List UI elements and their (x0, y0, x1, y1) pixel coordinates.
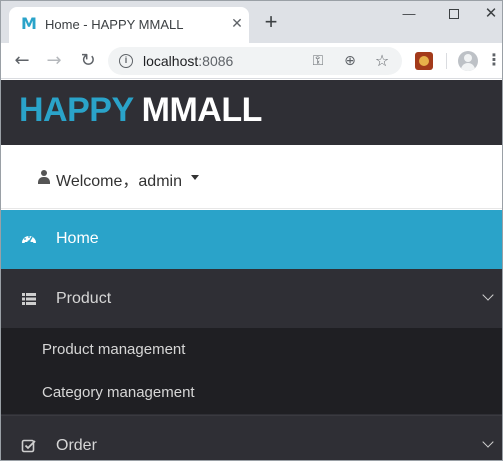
sidebar-nav: Home Product Product management Category… (1, 210, 502, 460)
url-port: :8086 (198, 53, 234, 69)
logo-mmall: MMALL (141, 91, 263, 129)
tab-close-icon[interactable]: ✕ (229, 15, 245, 31)
toolbar-divider (446, 53, 447, 69)
site-logo[interactable]: HAPPY MMALL (19, 91, 262, 130)
chevron-down-icon (482, 436, 494, 448)
favicon-icon: M (21, 14, 37, 33)
maximize-icon[interactable] (434, 3, 474, 27)
site-info-icon[interactable]: i (119, 54, 133, 68)
browser-window: M Home - HAPPY MMALL ✕ + — ✕ ← → ↻ i loc… (0, 0, 503, 461)
submenu-item-label: Product management (42, 341, 186, 358)
page-content: HAPPY MMALL Welcome，admin Home Product P… (1, 80, 502, 460)
reload-icon[interactable]: ↻ (76, 49, 100, 73)
sidebar-item-label: Order (56, 437, 97, 454)
list-icon (22, 293, 36, 305)
zoom-icon[interactable]: ⊕ (340, 51, 360, 71)
sidebar-item-product[interactable]: Product (1, 269, 502, 328)
address-bar[interactable]: i localhost:8086 ⚿ ⊕ ☆ (108, 47, 402, 75)
product-submenu: Product management Category management (1, 328, 502, 414)
tab-title: Home - HAPPY MMALL (45, 17, 184, 32)
chevron-down-icon (482, 289, 494, 301)
caret-down-icon[interactable] (191, 175, 199, 180)
user-icon (38, 170, 50, 184)
key-icon[interactable]: ⚿ (308, 51, 328, 71)
submenu-item-category-management[interactable]: Category management (1, 371, 502, 414)
url-host: localhost (143, 53, 199, 69)
url-text[interactable]: localhost:8086 (143, 53, 233, 69)
bookmark-star-icon[interactable]: ☆ (372, 51, 392, 71)
new-tab-icon[interactable]: + (259, 11, 283, 35)
browser-menu-icon[interactable]: ⋮ (486, 49, 502, 73)
sidebar-item-order[interactable]: Order (1, 415, 502, 460)
tab-strip: M Home - HAPPY MMALL ✕ + — ✕ (1, 1, 502, 43)
extension-icon[interactable] (415, 52, 433, 70)
user-bar: Welcome，admin (1, 145, 502, 209)
minimize-icon[interactable]: — (389, 3, 429, 27)
welcome-dropdown[interactable]: Welcome，admin (56, 167, 182, 191)
submenu-item-product-management[interactable]: Product management (1, 328, 502, 371)
sidebar-item-label: Home (56, 230, 99, 247)
brand-header: HAPPY MMALL (1, 80, 502, 145)
logo-happy: HAPPY (19, 91, 134, 129)
check-square-icon (21, 439, 36, 453)
dashboard-icon (22, 236, 36, 244)
sidebar-item-home[interactable]: Home (1, 210, 502, 269)
submenu-item-label: Category management (42, 384, 195, 401)
back-arrow-icon[interactable]: ← (10, 49, 34, 73)
profile-avatar-icon[interactable] (458, 51, 478, 71)
window-close-icon[interactable]: ✕ (471, 3, 502, 27)
browser-tab[interactable]: M Home - HAPPY MMALL ✕ (9, 7, 249, 43)
sidebar-item-label: Product (56, 290, 112, 307)
forward-arrow-icon[interactable]: → (42, 49, 66, 73)
browser-toolbar: ← → ↻ i localhost:8086 ⚿ ⊕ ☆ ⋮ (1, 43, 502, 79)
